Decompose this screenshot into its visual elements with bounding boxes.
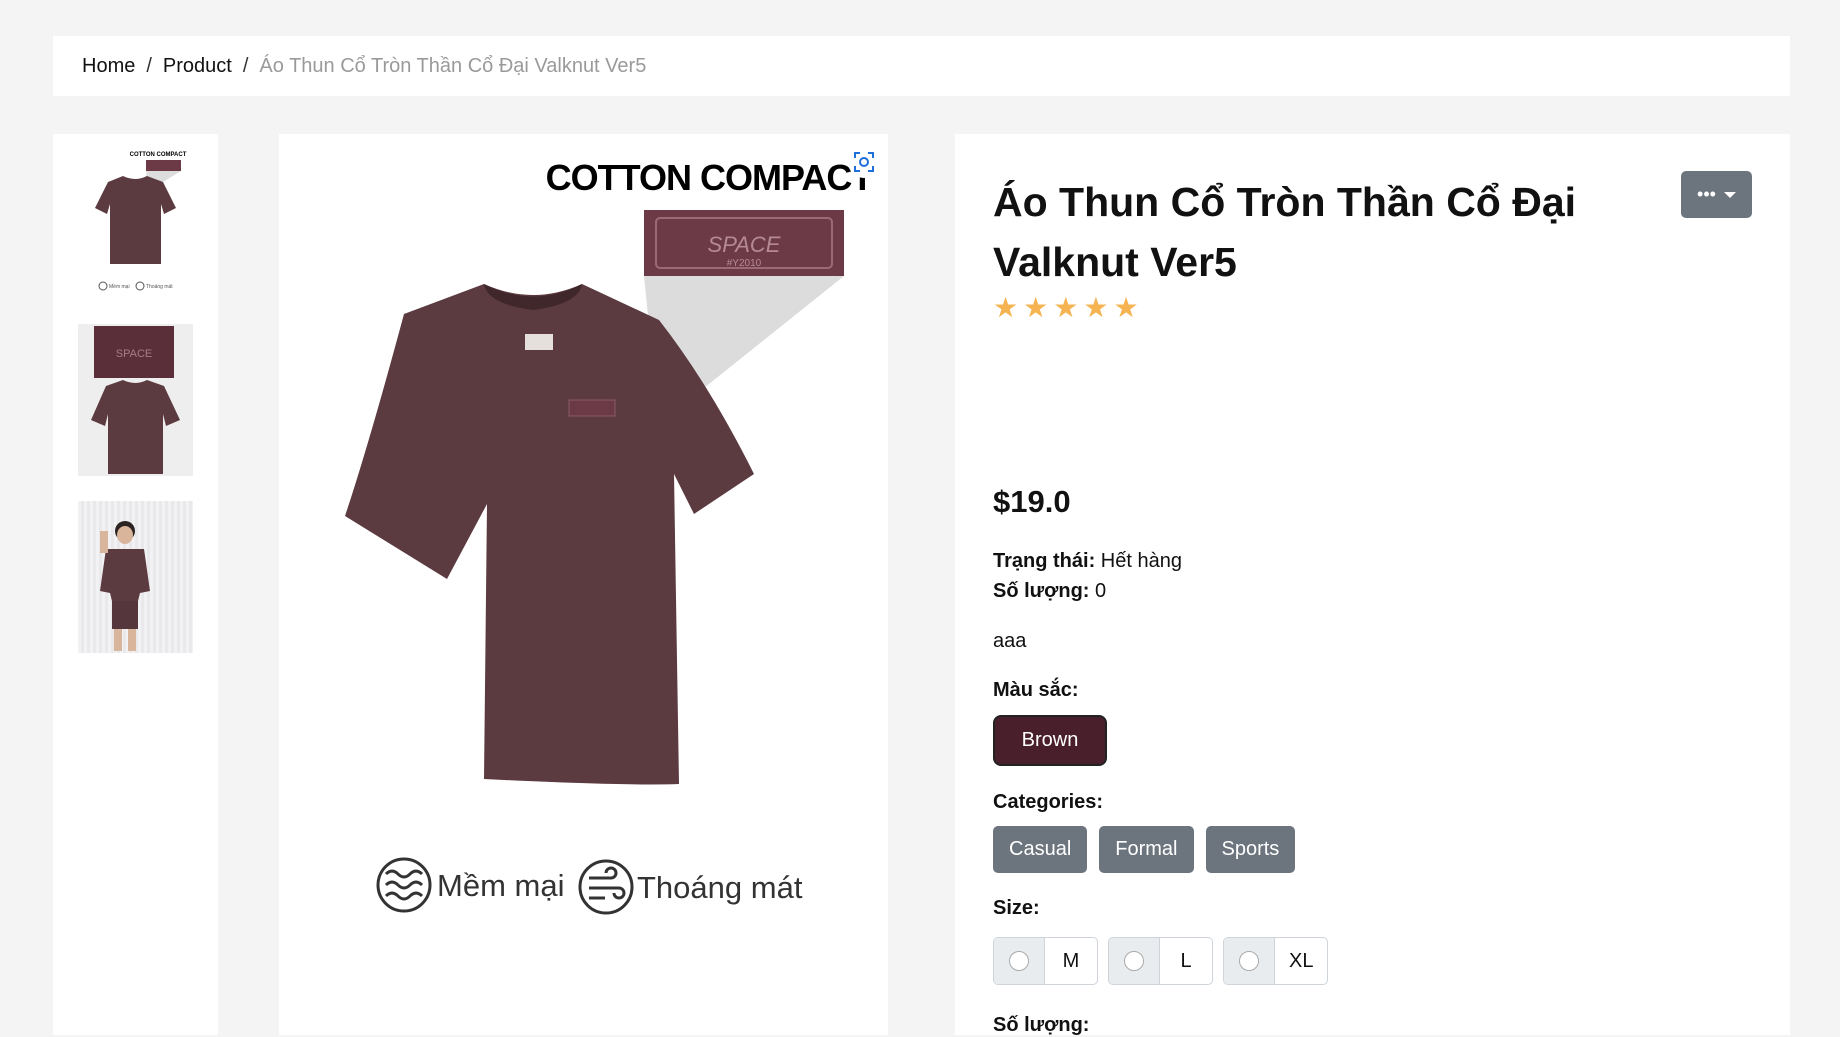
label-text: SPACE — [708, 232, 781, 257]
breadcrumb-separator: / — [146, 54, 152, 77]
svg-text:Mềm mại: Mềm mại — [109, 284, 130, 290]
rating-stars: ★ ★ ★ ★ ★ — [993, 294, 1139, 322]
categories-label: Categories: — [993, 791, 1104, 813]
product-price: $19.0 — [993, 484, 1071, 519]
stock-status-label: Trạng thái: — [993, 550, 1096, 572]
focus-zoom-icon — [854, 152, 874, 172]
size-option-l[interactable]: L — [1108, 937, 1213, 985]
product-info-panel: Áo Thun Cổ Tròn Thần Cổ Đại Valknut Ver5… — [955, 134, 1790, 1036]
stock-quantity-value: 0 — [1095, 580, 1107, 602]
more-options-button[interactable]: ••• — [1681, 171, 1752, 218]
feature-breathable: Thoáng mát — [637, 870, 803, 905]
star-icon: ★ — [1023, 292, 1049, 323]
thumbnail-1[interactable]: COTTON COMPACT Mềm mại Thoáng mát — [78, 146, 193, 298]
stock-status-value: Hết hàng — [1100, 550, 1182, 572]
size-option-label: L — [1180, 949, 1192, 972]
star-icon: ★ — [1083, 292, 1109, 323]
breadcrumb: Home / Product / Áo Thun Cổ Tròn Thần Cổ… — [53, 36, 1790, 96]
star-icon: ★ — [993, 292, 1019, 323]
category-list: Casual Formal Sports — [993, 826, 1296, 873]
thumbnail-list: COTTON COMPACT Mềm mại Thoáng mát SPACE — [53, 134, 218, 1035]
quantity-label: Số lượng: — [993, 1014, 1090, 1036]
size-radio[interactable] — [1009, 951, 1029, 971]
breadcrumb-current: Áo Thun Cổ Tròn Thần Cổ Đại Valknut Ver5 — [259, 54, 647, 77]
product-description: aaa — [993, 630, 1027, 652]
stock-quantity-label: Số lượng: — [993, 580, 1090, 602]
svg-text:Thoáng mát: Thoáng mát — [146, 284, 173, 290]
stock-quantity: Số lượng: 0 — [993, 580, 1106, 603]
label-subtext: #Y2010 — [727, 258, 762, 269]
image-headline: COTTON COMPACT — [546, 157, 874, 198]
category-tag[interactable]: Casual — [993, 826, 1088, 873]
feature-soft: Mềm mại — [437, 868, 564, 903]
product-title: Áo Thun Cổ Tròn Thần Cổ Đại Valknut Ver5 — [993, 179, 1577, 285]
breadcrumb-product[interactable]: Product — [163, 55, 232, 78]
main-product-image: COTTON COMPACT SPACE #Y2010 Mềm mại Thoá… — [279, 134, 888, 1035]
thumbnail-2[interactable]: SPACE — [78, 324, 193, 476]
size-option-label: M — [1062, 949, 1080, 972]
svg-text:SPACE: SPACE — [116, 348, 152, 360]
size-radio[interactable] — [1239, 951, 1259, 971]
color-option-brown[interactable]: Brown — [993, 715, 1107, 766]
size-radio[interactable] — [1124, 951, 1144, 971]
size-option-xl[interactable]: XL — [1223, 937, 1329, 985]
size-options: M L XL — [993, 937, 1329, 985]
stock-status: Trạng thái: Hết hàng — [993, 550, 1182, 573]
color-label: Màu sắc: — [993, 679, 1079, 701]
breadcrumb-separator: / — [242, 54, 249, 77]
star-icon: ★ — [1053, 292, 1079, 323]
size-option-m[interactable]: M — [993, 937, 1098, 985]
svg-text:COTTON COMPACT: COTTON COMPACT — [130, 152, 187, 158]
size-label: Size: — [993, 897, 1040, 919]
size-option-label: XL — [1289, 949, 1314, 972]
zoom-button[interactable] — [848, 146, 880, 178]
category-tag[interactable]: Formal — [1099, 826, 1194, 873]
chevron-down-icon — [1723, 191, 1736, 198]
breadcrumb-home[interactable]: Home — [82, 55, 135, 78]
star-icon: ★ — [1113, 292, 1139, 323]
category-tag[interactable]: Sports — [1205, 826, 1296, 873]
thumbnail-3[interactable] — [78, 501, 193, 653]
more-dots-icon: ••• — [1697, 184, 1716, 204]
